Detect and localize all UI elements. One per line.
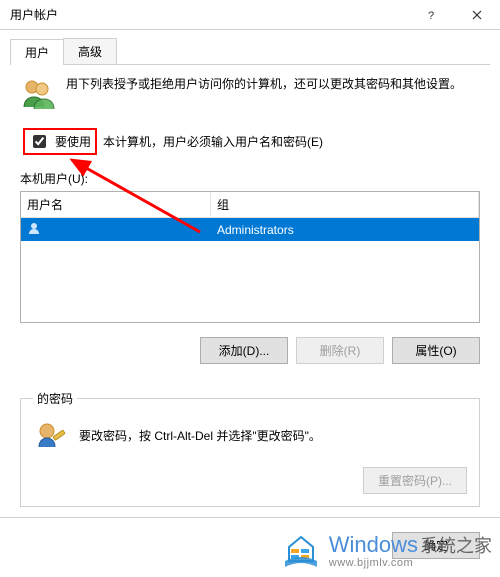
column-header-group[interactable]: 组: [211, 192, 479, 217]
require-login-row: 要使用 本计算机，用户必须输入用户名和密码(E): [20, 125, 480, 158]
column-header-username[interactable]: 用户名: [21, 192, 211, 217]
users-icon: [20, 75, 56, 111]
dialog-button-bar: 确定: [0, 517, 500, 573]
window-title: 用户帐户: [10, 6, 58, 23]
tab-strip: 用户 高级: [10, 38, 490, 65]
require-login-label-part1: 要使用: [55, 133, 91, 150]
svg-text:?: ?: [428, 10, 434, 20]
tab-users[interactable]: 用户: [10, 39, 64, 65]
highlight-box: 要使用: [23, 128, 97, 155]
user-table-header: 用户名 组: [21, 192, 479, 218]
password-legend: 的密码: [33, 390, 77, 407]
remove-button[interactable]: 删除(R): [296, 337, 384, 364]
cell-group: Administrators: [211, 220, 479, 240]
user-icon: [27, 221, 41, 238]
table-row[interactable]: Administrators: [21, 218, 479, 241]
password-button-row: 重置密码(P)...: [33, 467, 467, 494]
intro-text: 用下列表授予或拒绝用户访问你的计算机，还可以更改其密码和其他设置。: [66, 75, 480, 93]
tab-panel-users: 用下列表授予或拒绝用户访问你的计算机，还可以更改其密码和其他设置。 要使用 本计…: [0, 65, 500, 372]
cell-username: [21, 218, 211, 241]
intro-row: 用下列表授予或拒绝用户访问你的计算机，还可以更改其密码和其他设置。: [20, 75, 480, 111]
properties-button[interactable]: 属性(O): [392, 337, 480, 364]
tab-advanced[interactable]: 高级: [63, 38, 117, 64]
password-groupbox: 的密码 要改密码，按 Ctrl-Alt-Del 并选择"更改密码"。 重置密码(…: [20, 390, 480, 507]
close-button[interactable]: [454, 0, 500, 30]
user-buttons-row: 添加(D)... 删除(R) 属性(O): [20, 337, 480, 364]
password-text: 要改密码，按 Ctrl-Alt-Del 并选择"更改密码"。: [79, 427, 321, 444]
key-icon: [33, 417, 69, 453]
user-list-label: 本机用户(U):: [20, 170, 480, 187]
ok-button[interactable]: 确定: [392, 532, 480, 559]
password-row: 要改密码，按 Ctrl-Alt-Del 并选择"更改密码"。: [33, 417, 467, 453]
help-button[interactable]: ?: [408, 0, 454, 30]
titlebar: 用户帐户 ?: [0, 0, 500, 30]
require-login-label-part2: 本计算机，用户必须输入用户名和密码(E): [103, 133, 323, 150]
require-login-checkbox[interactable]: [33, 135, 46, 148]
add-button[interactable]: 添加(D)...: [200, 337, 288, 364]
window-controls: ?: [408, 0, 500, 30]
user-table[interactable]: 用户名 组 Administrators: [20, 191, 480, 323]
reset-password-button[interactable]: 重置密码(P)...: [363, 467, 467, 494]
